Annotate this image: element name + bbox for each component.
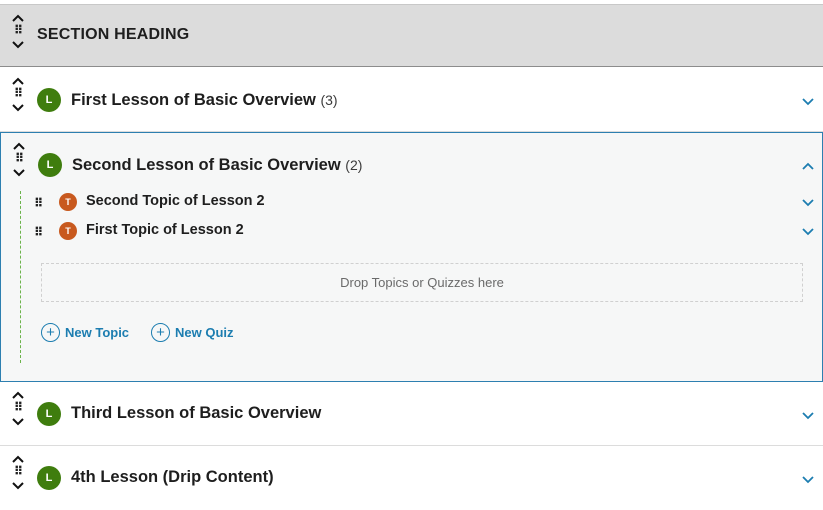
lesson-reorder-controls: ⠿: [9, 139, 29, 179]
lesson-title-text: Second Lesson of Basic Overview: [72, 156, 341, 174]
drag-handle-icon[interactable]: ⠿: [14, 24, 23, 37]
drag-handle-icon[interactable]: ⠿: [14, 465, 23, 478]
move-down-icon[interactable]: [8, 478, 28, 492]
plus-circle-icon: +: [41, 323, 60, 342]
move-down-icon[interactable]: [8, 100, 28, 114]
lesson-title-text: First Lesson of Basic Overview: [71, 91, 316, 109]
lesson-count: (2): [345, 157, 363, 173]
section-reorder-controls: ⠿: [8, 11, 28, 51]
topic-drag-handle-icon[interactable]: ⠿: [34, 196, 43, 210]
topic-badge: T: [59, 193, 77, 211]
new-topic-button[interactable]: + New Topic: [41, 323, 129, 342]
lesson-row-expanded[interactable]: ⠿ L Second Lesson of Basic Overview (2) …: [0, 132, 823, 382]
lesson-badge: L: [37, 402, 61, 426]
section-heading-row[interactable]: ⠿ SECTION HEADING: [0, 4, 823, 67]
plus-circle-icon: +: [151, 323, 170, 342]
nesting-guide-line: [20, 191, 21, 363]
expand-chevron-down-icon[interactable]: [801, 410, 815, 420]
drop-zone[interactable]: Drop Topics or Quizzes here: [41, 263, 803, 302]
new-quiz-button[interactable]: + New Quiz: [151, 323, 234, 342]
section-title[interactable]: SECTION HEADING: [37, 26, 189, 44]
lesson-title-text: 4th Lesson (Drip Content): [71, 468, 274, 486]
lesson-row[interactable]: ⠿ L Third Lesson of Basic Overview: [0, 382, 823, 446]
lesson-badge: L: [37, 88, 61, 112]
move-down-icon[interactable]: [8, 414, 28, 428]
lesson-count: (3): [320, 92, 338, 108]
move-down-icon[interactable]: [9, 165, 29, 179]
topic-title[interactable]: First Topic of Lesson 2: [86, 222, 244, 238]
drag-handle-icon[interactable]: ⠿: [15, 152, 24, 165]
new-topic-label: New Topic: [65, 325, 130, 340]
expand-chevron-down-icon[interactable]: [801, 474, 815, 484]
topic-badge: T: [59, 222, 77, 240]
move-down-icon[interactable]: [8, 37, 28, 51]
lesson-reorder-controls: ⠿: [8, 388, 28, 428]
lesson-title-text: Third Lesson of Basic Overview: [71, 404, 322, 422]
lesson-title[interactable]: 4th Lesson (Drip Content): [71, 468, 274, 487]
lesson-row[interactable]: ⠿ L First Lesson of Basic Overview (3): [0, 68, 823, 132]
lesson-reorder-controls: ⠿: [8, 74, 28, 114]
drag-handle-icon[interactable]: ⠿: [14, 401, 23, 414]
expand-chevron-down-icon[interactable]: [801, 197, 815, 207]
drag-handle-icon[interactable]: ⠿: [14, 87, 23, 100]
lesson-title[interactable]: Second Lesson of Basic Overview (2): [72, 156, 362, 175]
collapse-chevron-up-icon[interactable]: [801, 161, 815, 171]
expand-chevron-down-icon[interactable]: [801, 226, 815, 236]
new-quiz-label: New Quiz: [175, 325, 234, 340]
topic-title[interactable]: Second Topic of Lesson 2: [86, 193, 265, 209]
lesson-badge: L: [37, 466, 61, 490]
lesson-title[interactable]: Third Lesson of Basic Overview: [71, 404, 321, 423]
lesson-row[interactable]: ⠿ L 4th Lesson (Drip Content): [0, 446, 823, 510]
topic-drag-handle-icon[interactable]: ⠿: [34, 225, 43, 239]
lesson-badge: L: [38, 153, 62, 177]
lesson-title[interactable]: First Lesson of Basic Overview (3): [71, 91, 338, 110]
expand-chevron-down-icon[interactable]: [801, 96, 815, 106]
lesson-reorder-controls: ⠿: [8, 452, 28, 492]
drop-zone-label: Drop Topics or Quizzes here: [340, 275, 504, 290]
